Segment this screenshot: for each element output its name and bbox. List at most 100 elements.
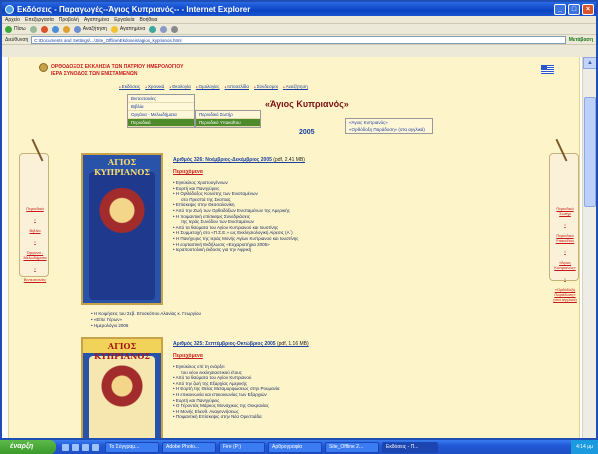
left-link-periodicals[interactable]: Περιοδικά <box>22 206 48 211</box>
saints-icon-image <box>89 356 155 438</box>
vertical-scrollbar[interactable]: ▲ <box>582 57 596 438</box>
nav-chronicles[interactable]: Χρονικά <box>145 84 164 89</box>
quick-launch-icon[interactable] <box>92 443 99 451</box>
issue-326-link[interactable]: Αριθμός 326: Νοέμβριος-Δεκέμβριος 2005 (… <box>173 157 305 163</box>
submenu-item-orthodox-tradition[interactable]: «Ορθόδοξη Παράδοση» (στα αγγλικά) <box>346 126 432 133</box>
start-button[interactable]: έναρξη <box>0 440 56 454</box>
left-link-instruments[interactable]: Όργανα - Μελωδήματα <box>22 250 48 260</box>
right-sidebar-links: Περιοδικό Σωτήρ • Περιοδικό Υπακοΐτου • … <box>552 206 578 308</box>
cover-title: ΑΓΙΟΣ ΚΥΠΡΙΑΝΟΣ <box>83 339 161 361</box>
back-button[interactable]: Πίσω <box>5 25 26 33</box>
menu-tools[interactable]: Εργαλεία <box>114 17 134 23</box>
left-bullet: • <box>34 266 36 271</box>
stop-button[interactable] <box>40 25 48 33</box>
left-link-books[interactable]: Βιβλία <box>22 228 48 233</box>
menu-bar: Αρχείο Επεξεργασία Προβολή Αγαπημένα Εργ… <box>2 16 596 24</box>
dropdown-item-instruments[interactable]: Οργάνα - Μελωδήματα <box>128 111 194 119</box>
print-button[interactable] <box>171 25 179 33</box>
quick-launch-icon[interactable] <box>62 443 69 451</box>
issue-326-title: Αριθμός 326: Νοέμβριος-Δεκέμβριος 2005 <box>173 157 272 163</box>
right-bullet: • <box>564 222 566 227</box>
submenu-item-ypakoitou[interactable]: Περιοδικό Υπακοΐτου <box>196 119 260 127</box>
menu-help[interactable]: Βοήθεια <box>140 17 158 23</box>
issue-325-cover[interactable]: ΑΓΙΟΣ ΚΥΠΡΙΑΝΟΣ <box>81 337 163 438</box>
title-bar[interactable]: Εκδόσεις - Παραγωγές--Άγιος Κυπριανός-- … <box>2 2 596 16</box>
right-link-ypakoitou[interactable]: Περιοδικό Υπακοΐτου <box>552 233 578 243</box>
close-button[interactable]: × <box>582 3 594 15</box>
nav-confessions[interactable]: Ομολογίες <box>196 84 219 89</box>
toc-item: Η επικοινωνία και επικοινωνίας των Εξαρχ… <box>173 392 280 398</box>
issue-325-toc: Εγκύκλιος επί τη ενάρξει του νέου εκκλησ… <box>173 364 280 420</box>
mail-icon <box>160 25 168 33</box>
history-button[interactable] <box>149 25 157 33</box>
forward-arrow-icon <box>29 25 37 33</box>
submenu-item-sotir[interactable]: Περιοδικό Σωτήρ <box>196 111 260 119</box>
quill-icon <box>555 134 577 162</box>
search-icon <box>73 25 81 33</box>
taskbar-item[interactable]: Το Σύγγραμ... <box>105 441 159 453</box>
issue-325-link[interactable]: Αριθμός 325: Σεπτέμβριος-Οκτώβριος 2005 … <box>173 341 309 347</box>
dropdown-item-videos[interactable]: Βιντεοταινίες <box>128 95 194 103</box>
forward-button[interactable] <box>29 25 37 33</box>
taskbar-item[interactable]: Site_Offline 2... <box>325 441 379 453</box>
home-button[interactable] <box>62 25 70 33</box>
issue-325-size: (pdf, 1.16 MB) <box>276 341 309 347</box>
church-name-line2: ΙΕΡΑ ΣΥΝΟΔΟΣ ΤΩΝ ΕΝΙΣΤΑΜΕΝΩΝ <box>51 71 138 77</box>
right-link-agios-kyprianos[interactable]: «Άγιος Κυπριανός» <box>552 260 578 270</box>
left-bullet: • <box>34 217 36 222</box>
extra-item: Η Κοιμήσεις του Σεβ. Επισκόπου Αλανίας κ… <box>91 311 201 317</box>
nav-publications[interactable]: Εκδόσεις <box>119 84 141 89</box>
quill-icon <box>31 134 53 162</box>
menu-file[interactable]: Αρχείο <box>5 17 20 23</box>
right-link-sotir[interactable]: Περιοδικό Σωτήρ <box>552 206 578 216</box>
back-arrow-icon <box>5 25 12 33</box>
saints-icon-image <box>89 172 155 300</box>
taskbar-item[interactable]: Adobe Photo... <box>162 441 216 453</box>
scroll-thumb[interactable] <box>584 97 596 207</box>
quick-launch-icon[interactable] <box>72 443 79 451</box>
scroll-up-arrow-icon[interactable]: ▲ <box>583 57 596 69</box>
nav-links[interactable]: Σύνδεσμοι <box>254 84 278 89</box>
taskbar-item[interactable]: Αρθρογραφία <box>268 441 322 453</box>
history-icon <box>149 25 157 33</box>
right-sidebar-scroll: Περιοδικό Σωτήρ • Περιοδικό Υπακοΐτου • … <box>549 134 579 302</box>
taskbar-item[interactable]: Fire (P:) <box>219 441 265 453</box>
taskbar-item-active[interactable]: Εκδόσεις - Π... <box>382 441 438 453</box>
magazine-submenu: «Άγιος Κυπριανός» «Ορθόδοξη Παράδοση» (σ… <box>345 118 433 134</box>
dropdown-item-periodicals[interactable]: Περιοδικά <box>128 119 194 127</box>
address-input[interactable]: C:\Documents and Settings\...\Site_Offli… <box>31 35 566 44</box>
home-icon <box>62 25 70 33</box>
year-heading: 2005 <box>299 129 315 136</box>
refresh-button[interactable] <box>51 25 59 33</box>
dropdown-item-books[interactable]: Βιβλία <box>128 103 194 111</box>
windows-taskbar: έναρξη Το Σύγγραμ... Adobe Photo... Fire… <box>0 440 598 454</box>
nav-search[interactable]: Αναζήτηση <box>283 84 308 89</box>
right-link-orthodox-tradition[interactable]: «Ορθόδοξη Παράδοση» (στα αγγλικά) <box>552 287 578 302</box>
window-title: Εκδόσεις - Παραγωγές--Άγιος Κυπριανός-- … <box>17 4 251 14</box>
toolbar: Πίσω Αναζήτηση Αγαπημένα <box>2 24 596 35</box>
greek-flag-canton <box>541 65 547 70</box>
mail-button[interactable] <box>160 25 168 33</box>
submenu-item-agios-kyprianos[interactable]: «Άγιος Κυπριανός» <box>346 119 432 126</box>
menu-edit[interactable]: Επεξεργασία <box>25 17 54 23</box>
refresh-icon <box>51 25 59 33</box>
internet-explorer-icon <box>5 4 14 14</box>
toc-item: Η Πανήγυρις της Ιεράς Μονής Αγίων Κυπρια… <box>173 236 299 242</box>
right-bullet: • <box>564 249 566 254</box>
left-link-videos[interactable]: Βιντεοταινίες <box>22 277 48 282</box>
go-button[interactable]: Μετάβαση <box>569 37 593 43</box>
issue-326-toc: Εγκύκλιος Χριστουγέννων Εορτή και Πανηγύ… <box>173 180 299 253</box>
search-button[interactable]: Αναζήτηση <box>73 25 107 33</box>
minimize-button[interactable]: _ <box>554 3 566 15</box>
menu-favorites[interactable]: Αγαπημένα <box>84 17 109 23</box>
nav-website[interactable]: Ιστοσελίδα <box>225 84 249 89</box>
church-name-line1: ΟΡΘΟΔΟΞΟΣ ΕΚΚΛΗΣΙΑ ΤΩΝ ΠΑΤΡΙΟΥ ΗΜΕΡΟΛΟΓΙ… <box>51 64 184 70</box>
cover-title: ΑΓΙΟΣ ΚΥΠΡΙΑΝΟΣ <box>83 155 161 177</box>
issue-326-cover[interactable]: ΑΓΙΟΣ ΚΥΠΡΙΑΝΟΣ <box>81 153 163 305</box>
maximize-button[interactable]: □ <box>568 3 580 15</box>
nav-theology[interactable]: Θεολογία <box>169 84 191 89</box>
menu-view[interactable]: Προβολή <box>59 17 79 23</box>
quick-launch-icon[interactable] <box>82 443 89 451</box>
favorites-button[interactable]: Αγαπημένα <box>110 25 145 33</box>
church-name: ΟΡΘΟΔΟΞΟΣ ΕΚΚΛΗΣΙΑ ΤΩΝ ΠΑΤΡΙΟΥ ΗΜΕΡΟΛΟΓΙ… <box>51 64 183 78</box>
